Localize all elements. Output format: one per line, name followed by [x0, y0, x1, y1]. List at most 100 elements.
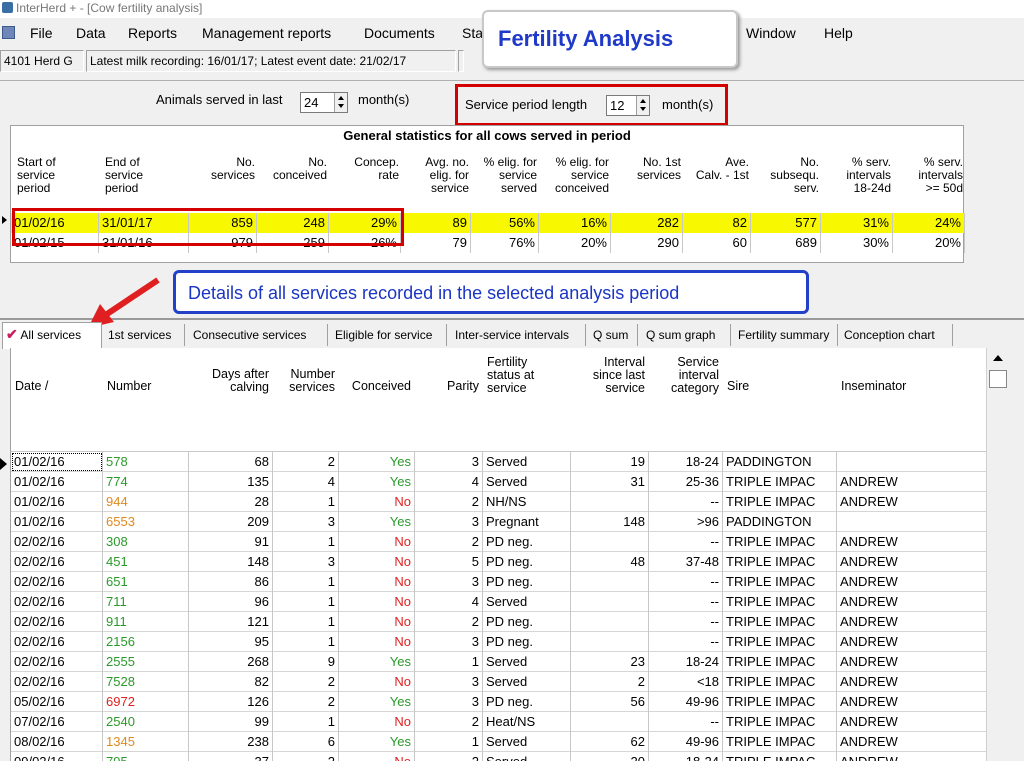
menu-file[interactable]: File — [30, 25, 53, 41]
grid-col-header[interactable]: Parity — [419, 380, 479, 393]
grid-cell: 5 — [415, 552, 483, 572]
grid-cell: TRIPLE IMPAC — [723, 752, 837, 761]
grid-cell: 2 — [273, 752, 339, 761]
grid-cell: <18 — [649, 672, 723, 692]
table-row[interactable]: 02/02/16 7528 82 2 No 3 Served 2 <18 TRIPLE IMPAC… — [11, 672, 986, 692]
stats-cell: 290 — [611, 233, 683, 253]
tab-1st-services[interactable]: 1st services — [105, 324, 185, 346]
grid-cell: 711 — [103, 592, 189, 612]
stats-col-header[interactable]: Avg. no. elig. for service — [407, 156, 469, 195]
grid-cell — [571, 632, 649, 652]
grid-cell: ANDREW — [837, 572, 986, 592]
menu-help[interactable]: Help — [824, 25, 853, 41]
stats-col-header[interactable]: % elig. for service conceived — [545, 156, 609, 195]
table-row[interactable]: 08/02/16 1345 238 6 Yes 1 Served 62 49-96 TRIPLE … — [11, 732, 986, 752]
menu-reports[interactable]: Reports — [128, 25, 177, 41]
grid-col-header[interactable]: Inseminator — [841, 380, 983, 393]
menu-window[interactable]: Window — [746, 25, 796, 41]
served-spinner[interactable]: 24 — [300, 92, 348, 113]
stats-col-header[interactable]: Concep. rate — [335, 156, 399, 182]
grid-cell: ANDREW — [837, 732, 986, 752]
table-row[interactable]: 02/02/16 308 91 1 No 2 PD neg. -- TRIPLE IMPAC AN… — [11, 532, 986, 552]
tab-fertility-summary[interactable]: Fertility summary — [735, 324, 838, 346]
table-row[interactable]: 02/02/16 2156 95 1 No 3 PD neg. -- TRIPLE IMPAC A… — [11, 632, 986, 652]
spinner-arrows-icon[interactable] — [636, 96, 649, 115]
stats-col-header[interactable]: End of service period — [105, 156, 187, 195]
stats-col-header[interactable]: No. conceived — [263, 156, 327, 182]
table-row[interactable]: 05/02/16 6972 126 2 Yes 3 PD neg. 56 49-96 TRIPLE… — [11, 692, 986, 712]
table-row[interactable]: 01/02/16 578 68 2 Yes 3 Served 19 18-24 PADDINGTO… — [11, 452, 986, 472]
stats-col-header[interactable]: No. 1st services — [617, 156, 681, 182]
grid-cell: Served — [483, 732, 571, 752]
grid-cell: 1 — [273, 612, 339, 632]
grid-cell: 20 — [571, 752, 649, 761]
table-row[interactable]: 02/02/16 711 96 1 No 4 Served -- TRIPLE IMPAC AND… — [11, 592, 986, 612]
vertical-scrollbar[interactable] — [986, 348, 1008, 761]
grid-cell: Yes — [339, 472, 415, 492]
table-row[interactable]: 02/02/16 651 86 1 No 3 PD neg. -- TRIPLE IMPAC AN… — [11, 572, 986, 592]
grid-col-header[interactable]: Fertility status at service — [487, 356, 567, 395]
tab-inter-service-intervals[interactable]: Inter-service intervals — [452, 324, 586, 346]
grid-col-header[interactable]: Interval since last service — [575, 356, 645, 395]
grid-cell: -- — [649, 572, 723, 592]
stats-col-header[interactable]: % serv. intervals 18-24d — [827, 156, 891, 195]
stats-col-header[interactable]: Start of service period — [17, 156, 97, 195]
table-row[interactable]: 07/02/16 2540 99 1 No 2 Heat/NS -- TRIPLE IMPAC A… — [11, 712, 986, 732]
tab-all-services[interactable]: ✔ All services — [2, 322, 102, 349]
grid-cell — [571, 572, 649, 592]
tab-q-sum-graph[interactable]: Q sum graph — [643, 324, 731, 346]
table-row[interactable]: 01/02/16 6553 209 3 Yes 3 Pregnant 148 >96 PADDIN… — [11, 512, 986, 532]
menu-documents[interactable]: Documents — [364, 25, 435, 41]
tab-label[interactable]: All services — [20, 328, 81, 342]
grid-cell: PD neg. — [483, 552, 571, 572]
menu-management-reports[interactable]: Management reports — [202, 25, 331, 41]
table-row[interactable]: 01/02/16 944 28 1 No 2 NH/NS -- TRIPLE IMPAC ANDR… — [11, 492, 986, 512]
scroll-thumb[interactable] — [989, 370, 1007, 388]
stats-col-header[interactable]: No. subsequ. serv. — [757, 156, 819, 195]
grid-col-header[interactable]: Number services — [277, 368, 335, 394]
top-separator — [0, 80, 1024, 81]
grid-cell: 99 — [189, 712, 273, 732]
scroll-up-icon[interactable] — [989, 350, 1006, 367]
period-spinner[interactable]: 12 — [606, 95, 650, 116]
grid-col-header[interactable]: Date / — [15, 380, 99, 393]
grid-col-header[interactable]: Sire — [727, 380, 833, 393]
stats-col-header[interactable]: % elig. for service served — [477, 156, 537, 195]
grid-filter-row[interactable] — [11, 430, 986, 452]
grid-cell: Served — [483, 592, 571, 612]
tab-consecutive-services[interactable]: Consecutive services — [190, 324, 328, 346]
app-icon — [2, 2, 13, 13]
grid-col-header[interactable]: Number — [107, 380, 185, 393]
table-row[interactable]: 09/02/16795372No2Served2018-24TRIPLE IMP… — [11, 752, 986, 761]
period-value[interactable]: 12 — [610, 98, 624, 113]
grid-col-header[interactable]: Days after calving — [193, 368, 269, 394]
menu-sta[interactable]: Sta — [462, 25, 483, 41]
table-row[interactable]: 02/02/16 451 148 3 No 5 PD neg. 48 37-48 TRIPLE I… — [11, 552, 986, 572]
table-row[interactable]: 02/02/16 2555 268 9 Yes 1 Served 23 18-24 TRIPLE … — [11, 652, 986, 672]
grid-cell: ANDREW — [837, 532, 986, 552]
stats-col-header[interactable]: % serv. intervals >= 50d — [899, 156, 963, 195]
menu-data[interactable]: Data — [76, 25, 106, 41]
tab-eligible-for-service[interactable]: Eligible for service — [332, 324, 447, 346]
callout-title: Fertility Analysis — [498, 26, 674, 51]
stats-col-header[interactable]: Ave. Calv. - 1st — [689, 156, 749, 182]
served-value[interactable]: 24 — [304, 95, 318, 110]
grid-cell: 4 — [415, 592, 483, 612]
grid-cell: TRIPLE IMPAC — [723, 492, 837, 512]
grid-cell: 209 — [189, 512, 273, 532]
grid-cell: 18-24 — [649, 652, 723, 672]
grid-col-header[interactable]: Service interval category — [653, 356, 719, 395]
grid-cell: No — [339, 492, 415, 512]
grid-col-header[interactable]: Conceived — [343, 380, 411, 393]
table-row[interactable]: 02/02/16 911 121 1 No 2 PD neg. -- TRIPLE IMPAC A… — [11, 612, 986, 632]
spinner-arrows-icon[interactable] — [334, 93, 347, 112]
mdi-window-icon[interactable] — [2, 26, 15, 39]
tab-q-sum[interactable]: Q sum — [590, 324, 638, 346]
grid-cell: 1 — [273, 572, 339, 592]
grid-cell: Yes — [339, 732, 415, 752]
tab-conception-chart[interactable]: Conception chart — [841, 324, 953, 346]
stats-col-header[interactable]: No. services — [195, 156, 255, 182]
table-row[interactable]: 01/02/16 774 135 4 Yes 4 Served 31 25-36 TRIPLE I… — [11, 472, 986, 492]
grid-cell: TRIPLE IMPAC — [723, 632, 837, 652]
grid-cell: PD neg. — [483, 612, 571, 632]
